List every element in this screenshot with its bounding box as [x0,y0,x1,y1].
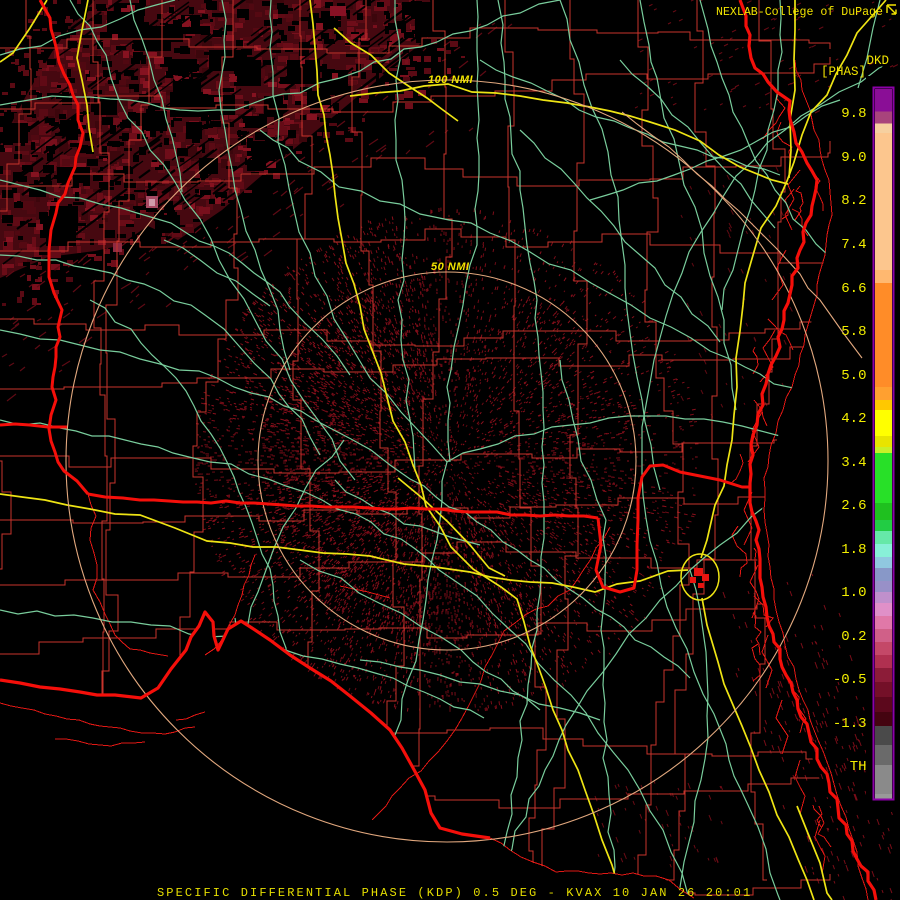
svg-text:5.0: 5.0 [841,368,866,384]
svg-text:9.0: 9.0 [841,150,866,166]
svg-text:5.8: 5.8 [841,324,866,340]
svg-text:4.2: 4.2 [841,411,866,427]
svg-text:8.2: 8.2 [841,193,866,209]
svg-text:6.6: 6.6 [841,281,866,297]
svg-text:-1.3: -1.3 [833,716,867,732]
svg-text:1.0: 1.0 [841,585,866,601]
svg-text:0.2: 0.2 [841,629,866,645]
svg-text:2.6: 2.6 [841,498,866,514]
svg-text:9.8: 9.8 [841,106,866,122]
svg-text:TH: TH [850,759,867,775]
svg-text:50 NMI: 50 NMI [431,261,470,273]
svg-text:1.8: 1.8 [841,542,866,558]
svg-text:SPECIFIC DIFFERENTIAL PHASE (K: SPECIFIC DIFFERENTIAL PHASE (KDP) 0.5 DE… [157,886,752,900]
svg-text:3.4: 3.4 [841,455,866,471]
svg-text:DKD: DKD [866,54,889,68]
svg-text:7.4: 7.4 [841,237,866,253]
svg-text:NEXLAB-College of DuPage: NEXLAB-College of DuPage [716,6,883,19]
svg-text:[PHAS]: [PHAS] [821,65,866,79]
svg-text:100 NMI: 100 NMI [428,74,474,86]
svg-text:-0.5: -0.5 [833,672,867,688]
